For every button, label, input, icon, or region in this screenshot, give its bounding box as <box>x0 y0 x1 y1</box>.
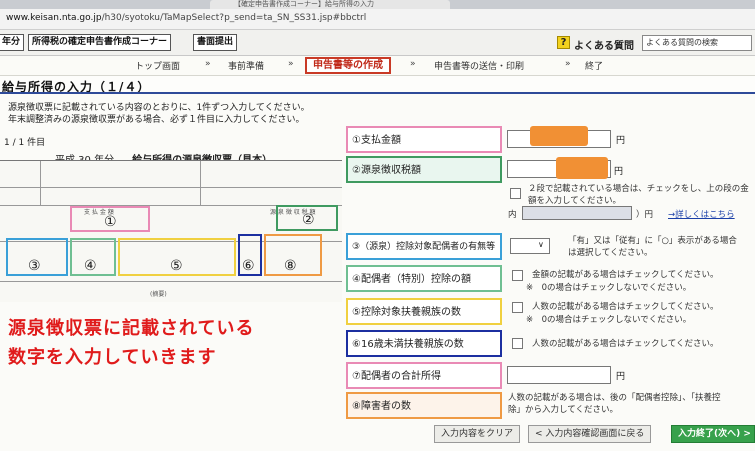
browser-tab[interactable]: 【確定申告書作成コーナー】給与所得の入力 <box>210 0 450 9</box>
redaction-mask <box>556 157 608 179</box>
deduction-check-note: 金額の記載がある場合はチェックしてください。 <box>532 270 719 280</box>
step-arrow-icon: » <box>288 59 294 69</box>
disabled-note-line-1: 人数の記載がある場合は、後の「配偶者控除」、「扶養控 <box>508 393 721 403</box>
field-label-pay: ①支払金額 <box>346 126 502 153</box>
step-arrow-icon: » <box>410 59 416 69</box>
dependents-checkbox[interactable] <box>512 302 523 313</box>
disabled-note-line-2: 除」から入力してください。 <box>508 405 618 415</box>
unit-yen: 円 <box>616 372 626 382</box>
slip-number-2: ② <box>302 212 315 228</box>
dependents-check-note: 人数の記載がある場合はチェックしてください。 <box>532 302 719 312</box>
slip-number-4: ④ <box>84 258 97 274</box>
spouse-income-input[interactable] <box>507 366 611 384</box>
chevron-down-icon: ∨ <box>538 240 544 249</box>
unit-yen: 円 <box>616 136 626 146</box>
spouse-note-line-2: は選択してください。 <box>568 248 653 258</box>
field-label-spouse: ③（源泉）控除対象配偶者の有無等 <box>346 233 502 260</box>
dependents-sub-note: ※ 0の場合はチェックしないでください。 <box>526 315 692 325</box>
field-label-disabled: ⑧障害者の数 <box>346 392 502 419</box>
step-send: 申告書等の送信・印刷 <box>434 62 525 72</box>
field-label-dependents: ⑤控除対象扶養親族の数 <box>346 298 502 325</box>
browser-tabstrip: 【確定申告書作成コーナー】給与所得の入力 <box>0 0 755 9</box>
faq-link[interactable]: よくある質問 <box>574 37 634 52</box>
slip-number-1: ① <box>104 214 117 230</box>
field-label-spouse-deduction: ④配偶者（特別）控除の額 <box>346 265 502 292</box>
slip-label-remarks: (摘要) <box>150 291 167 298</box>
faq-search-input[interactable]: よくある質問の検索 <box>642 35 752 51</box>
step-end: 終了 <box>585 62 604 72</box>
deduction-sub-note: ※ 0の場合はチェックしないでください。 <box>526 283 692 293</box>
page-title-bar: 給与所得の入力（１/４） <box>0 76 755 94</box>
help-icon[interactable]: ? <box>557 36 570 49</box>
redaction-mask <box>530 126 588 146</box>
slip-number-8: ⑧ <box>284 258 297 274</box>
step-arrow-icon: » <box>565 59 571 69</box>
withholding-slip-sample: 支 払 金 額 源 泉 徴 収 税 額 (摘要) <box>0 160 342 302</box>
top-bar: 年分 所得税の確定申告書作成コーナー 書面提出 ? よくある質問 よくある質問の… <box>0 30 755 56</box>
corner-name-button[interactable]: 所得税の確定申告書作成コーナー <box>28 34 172 51</box>
finish-input-button[interactable]: 入力終了(次へ) > <box>671 425 755 443</box>
step-arrow-icon: » <box>205 59 211 69</box>
address-bar[interactable]: www.keisan.nta.go.jp/h30/syotoku/TaMapSe… <box>0 9 755 30</box>
slip-number-3: ③ <box>28 258 41 274</box>
year-button[interactable]: 年分 <box>0 34 25 51</box>
unit-yen: 円 <box>614 167 624 177</box>
field-label-under16: ⑥16歳未満扶養親族の数 <box>346 330 502 357</box>
two-tier-checkbox[interactable] <box>510 188 521 199</box>
slip-number-6: ⑥ <box>242 258 255 274</box>
inner-amount-input[interactable] <box>522 206 632 220</box>
under16-check-note: 人数の記載がある場合はチェックしてください。 <box>532 339 719 349</box>
slip-number-5: ⑤ <box>170 258 183 274</box>
field-label-tax: ②源泉徴収税額 <box>346 156 502 183</box>
instruction-line-2: 年末調整済みの源泉徴収票がある場合、必ず１件目に入力してください。 <box>8 115 305 125</box>
spouse-note-line-1: 「有」又は「従有」に「○」表示がある場合 <box>568 236 737 246</box>
progress-steps: トップ画面 » 事前準備 » 申告書等の作成 » 申告書等の送信・印刷 » 終了 <box>0 56 755 76</box>
back-to-confirm-button[interactable]: < 入力内容確認画面に戻る <box>528 425 652 443</box>
clear-button[interactable]: 入力内容をクリア <box>434 425 521 443</box>
annotation-text: 源泉徴収票に記載されている 数字を入力していきます <box>8 318 255 368</box>
spouse-select[interactable] <box>510 238 550 254</box>
tax-note-line-1: ２段で記載されている場合は、チェックをし、上の段の金 <box>528 184 749 194</box>
paper-submit-button[interactable]: 書面提出 <box>193 34 238 51</box>
inner-suffix: ）円 <box>636 210 654 220</box>
under16-checkbox[interactable] <box>512 338 523 349</box>
step-top: トップ画面 <box>135 62 181 72</box>
detail-link[interactable]: →詳しくはこちら <box>668 209 735 221</box>
field-label-spouse-income: ⑦配偶者の合計所得 <box>346 362 502 389</box>
entry-count: 1 / 1 件目 <box>4 138 46 148</box>
url-text[interactable]: www.keisan.nta.go.jp/h30/syotoku/TaMapSe… <box>6 13 366 23</box>
spouse-deduction-checkbox[interactable] <box>512 270 523 281</box>
step-prep: 事前準備 <box>228 62 265 72</box>
step-create-active: 申告書等の作成 <box>305 57 391 74</box>
